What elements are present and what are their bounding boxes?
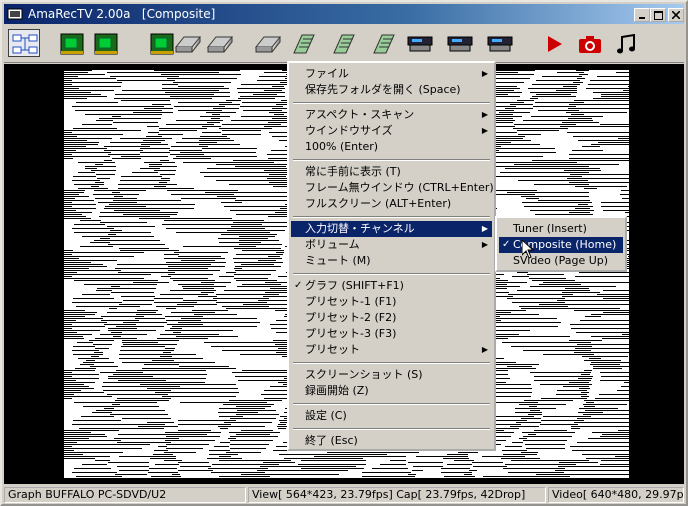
submenu-item-svideo[interactable]: SVideo (Page Up) (499, 253, 623, 269)
music-button[interactable] (610, 29, 642, 57)
menu-item-100-percent[interactable]: 100% (Enter) (291, 139, 492, 155)
title-bar[interactable]: AmaRecTV 2.00a [Composite] (4, 4, 684, 24)
input-submenu: Tuner (Insert) ✓ Composite (Home) SVideo … (495, 216, 627, 272)
mouse-cursor-icon (522, 240, 534, 259)
maximize-icon (653, 10, 663, 20)
play-icon (548, 36, 562, 52)
drive-3-button[interactable] (252, 29, 284, 57)
capture-card-1-button[interactable] (56, 29, 88, 57)
play-button[interactable] (538, 29, 570, 57)
submenu-arrow-icon: ▶ (481, 345, 488, 354)
menu-separator (293, 428, 490, 430)
drive-1-icon (174, 36, 202, 53)
menu-item-screenshot[interactable]: スクリーンショット (S) (291, 367, 492, 383)
menu-separator (293, 102, 490, 104)
menu-item-graph[interactable]: ✓ グラフ (SHIFT+F1) (291, 278, 492, 294)
menu-item-input-channel[interactable]: 入力切替・チャンネル ▶ (291, 221, 492, 237)
device-2-icon (447, 36, 473, 52)
menu-item-preset-3[interactable]: プリセット-3 (F3) (291, 326, 492, 342)
app-icon (7, 8, 23, 20)
device-1-icon (407, 36, 433, 52)
menu-separator (293, 273, 490, 275)
drive-1-button[interactable] (172, 29, 204, 57)
drive-2-button[interactable] (204, 29, 236, 57)
menu-item-preset-2[interactable]: プリセット-2 (F2) (291, 310, 492, 326)
window-title: AmaRecTV 2.00a [Composite] (28, 7, 216, 21)
submenu-arrow-icon: ▶ (481, 240, 488, 249)
minimize-button[interactable] (634, 8, 650, 22)
status-video: Video[ 640*480, 29.97p, (548, 487, 684, 503)
menu-item-mute[interactable]: ミュート (M) (291, 253, 492, 269)
menu-item-volume[interactable]: ボリューム ▶ (291, 237, 492, 253)
submenu-arrow-icon: ▶ (481, 126, 488, 135)
menu-item-open-folder[interactable]: 保存先フォルダを開く (Space) (291, 82, 492, 98)
menu-item-frameless[interactable]: フレーム無ウインドウ (CTRL+Enter) (291, 180, 494, 196)
submenu-arrow-icon: ▶ (481, 224, 488, 233)
submenu-arrow-icon: ▶ (481, 110, 488, 119)
close-button[interactable] (668, 8, 684, 22)
drive-3-icon (254, 36, 282, 53)
menu-separator (293, 403, 490, 405)
menu-item-start-recording[interactable]: 録画開始 (Z) (291, 383, 492, 399)
menu-item-aspect[interactable]: アスペクト・スキャン ▶ (291, 107, 492, 123)
menu-item-fullscreen[interactable]: フルスクリーン (ALT+Enter) (291, 196, 492, 212)
toolbar (4, 26, 684, 63)
menu-separator (293, 216, 490, 218)
calculator-3-icon (373, 34, 395, 54)
check-icon: ✓ (502, 239, 511, 250)
menu-separator (293, 362, 490, 364)
capture-card-2-icon (94, 33, 118, 55)
menu-item-preset-1[interactable]: プリセット-1 (F1) (291, 294, 492, 310)
menu-separator (293, 159, 490, 161)
capture-card-1-icon (60, 33, 84, 55)
menu-item-file[interactable]: ファイル ▶ (291, 66, 492, 82)
calculator-2-button[interactable] (328, 29, 360, 57)
camera-button[interactable] (574, 29, 606, 57)
device-3-button[interactable] (484, 29, 516, 57)
maximize-button[interactable] (650, 8, 666, 22)
menu-item-window-size[interactable]: ウインドウサイズ ▶ (291, 123, 492, 139)
calculator-1-icon (293, 34, 315, 54)
submenu-arrow-icon: ▶ (481, 69, 488, 78)
calculator-2-icon (333, 34, 355, 54)
camera-icon (579, 36, 601, 53)
calculator-3-button[interactable] (368, 29, 400, 57)
minimize-icon (639, 17, 645, 19)
submenu-item-composite[interactable]: ✓ Composite (Home) (499, 237, 623, 253)
music-icon (617, 33, 635, 54)
menu-item-settings[interactable]: 設定 (C) (291, 408, 492, 424)
check-icon: ✓ (294, 280, 303, 291)
device-2-button[interactable] (444, 29, 476, 57)
close-icon (672, 11, 680, 19)
submenu-item-tuner[interactable]: Tuner (Insert) (499, 221, 623, 237)
status-view: View[ 564*423, 23.79fps] Cap[ 23.79fps, … (248, 487, 546, 503)
calculator-1-button[interactable] (288, 29, 320, 57)
status-graph: Graph BUFFALO PC-SDVD/U2 (4, 487, 246, 503)
graph-button-icon (12, 34, 38, 54)
graph-button-button[interactable] (8, 29, 40, 57)
context-menu: ファイル ▶ 保存先フォルダを開く (Space) アスペクト・スキャン ▶ ウイン… (287, 61, 496, 451)
drive-2-icon (206, 36, 234, 53)
device-3-icon (487, 36, 513, 52)
capture-card-2-button[interactable] (90, 29, 122, 57)
menu-item-always-on-top[interactable]: 常に手前に表示 (T) (291, 164, 492, 180)
device-1-button[interactable] (404, 29, 436, 57)
menu-item-exit[interactable]: 終了 (Esc) (291, 433, 492, 449)
menu-item-preset[interactable]: プリセット ▶ (291, 342, 492, 358)
status-bar: Graph BUFFALO PC-SDVD/U2 View[ 564*423, … (4, 486, 684, 504)
